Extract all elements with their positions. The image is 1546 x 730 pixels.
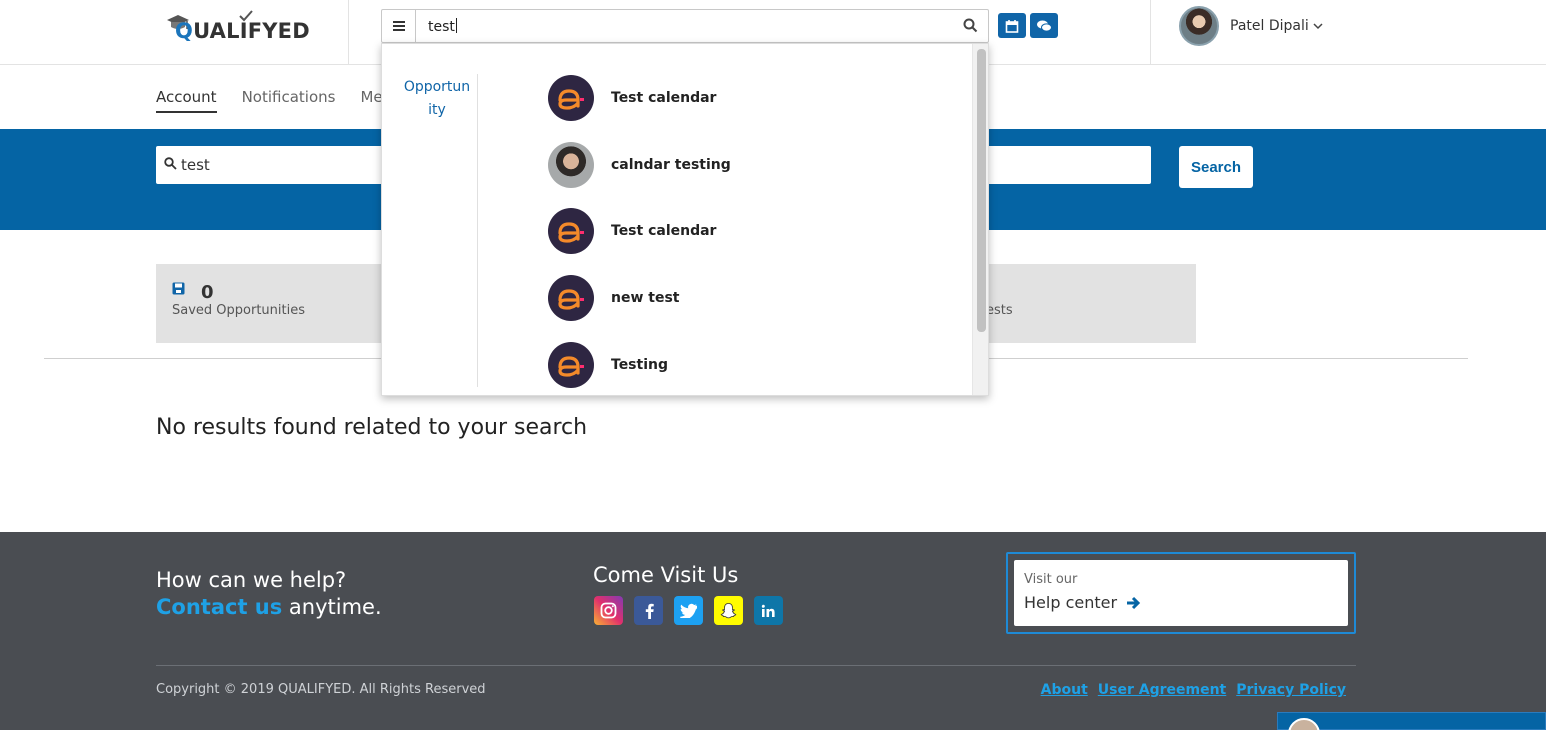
list-item[interactable]: new test	[548, 275, 679, 321]
scrollbar-thumb[interactable]	[977, 49, 986, 332]
snapchat-icon[interactable]	[714, 596, 743, 625]
search-icon[interactable]	[963, 18, 978, 37]
tab-me[interactable]: Me	[360, 88, 382, 113]
logo-text: QUALIFYED	[175, 19, 310, 43]
calendar-button[interactable]	[998, 13, 1026, 38]
saved-opportunities-label[interactable]: Saved Opportunities	[172, 303, 305, 318]
search-suggestions-dropdown: Opportun ity Test calendar calndar testi…	[381, 43, 989, 396]
no-results-message: No results found related to your search	[156, 415, 588, 440]
tab-notifications[interactable]: Notifications	[242, 88, 336, 113]
avatar[interactable]	[1179, 6, 1219, 46]
linkedin-icon[interactable]	[754, 596, 783, 625]
brand-logo-icon	[548, 275, 594, 321]
user-agreement-link[interactable]: User Agreement	[1098, 682, 1226, 698]
account-tabs: Account Notifications Me	[156, 88, 408, 113]
copyright-text: Copyright © 2019 QUALIFYED. All Rights R…	[156, 682, 486, 697]
qualifyed-logo[interactable]: QUALIFYED	[165, 10, 315, 46]
contact-us-link[interactable]: Contact us	[156, 595, 282, 619]
header-divider	[1150, 0, 1151, 64]
help-center-subtitle: Visit our	[1024, 572, 1078, 587]
list-item[interactable]: Test calendar	[548, 75, 716, 121]
messages-button[interactable]	[1030, 13, 1058, 38]
chevron-down-icon[interactable]	[1313, 22, 1323, 30]
arrow-right-icon	[1127, 596, 1141, 609]
list-item[interactable]: Test calendar	[548, 208, 716, 254]
twitter-icon[interactable]	[674, 596, 703, 625]
user-name[interactable]: Patel Dipali	[1230, 18, 1309, 34]
privacy-policy-link[interactable]: Privacy Policy	[1236, 682, 1346, 698]
dropdown-scrollbar[interactable]	[972, 44, 988, 395]
header-divider	[348, 0, 349, 64]
search-menu-button[interactable]	[382, 10, 416, 42]
avatar	[548, 142, 594, 188]
chat-widget[interactable]	[1277, 712, 1546, 730]
avatar	[1288, 718, 1320, 730]
list-item[interactable]: Testing	[548, 342, 668, 388]
help-center-card[interactable]: Visit our Help center	[1006, 552, 1356, 634]
hamburger-icon	[392, 21, 405, 31]
social-links	[594, 596, 794, 625]
saved-count: 0	[201, 282, 214, 303]
brand-logo-icon	[548, 75, 594, 121]
global-search-input[interactable]: test	[428, 18, 457, 35]
facebook-icon[interactable]	[634, 596, 663, 625]
brand-logo-icon	[548, 342, 594, 388]
about-link[interactable]: About	[1041, 682, 1088, 698]
dropdown-divider	[477, 74, 478, 387]
chat-bubbles-icon	[1037, 20, 1052, 32]
search-button[interactable]: Search	[1179, 146, 1253, 188]
brand-logo-icon	[548, 208, 594, 254]
footer-divider	[156, 665, 1356, 666]
come-visit-us-heading: Come Visit Us	[593, 563, 739, 587]
search-icon	[164, 157, 177, 170]
tab-account[interactable]: Account	[156, 88, 217, 113]
search-results-value: test	[181, 156, 210, 174]
footer-help-text: How can we help? Contact us anytime.	[156, 568, 382, 619]
help-center-link[interactable]: Help center	[1024, 593, 1142, 612]
footer-links: About User Agreement Privacy Policy	[1031, 682, 1346, 698]
calendar-icon	[1005, 19, 1019, 33]
instagram-icon[interactable]	[594, 596, 623, 625]
global-search-box[interactable]: test	[381, 9, 989, 43]
list-item[interactable]: calndar testing	[548, 142, 731, 188]
save-icon	[172, 282, 185, 295]
dropdown-category-opportunity[interactable]: Opportun ity	[397, 76, 477, 122]
user-menu[interactable]: Patel Dipali	[1179, 6, 1323, 46]
second-stat-label: ests	[986, 303, 1013, 318]
